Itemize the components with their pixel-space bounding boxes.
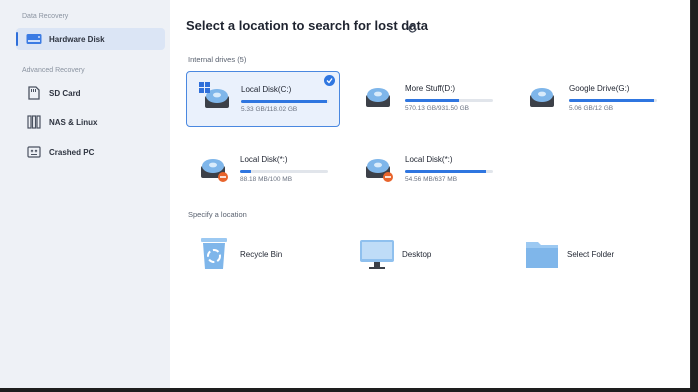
- drive-usage-bar: [405, 170, 493, 173]
- location-name: Select Folder: [567, 250, 615, 259]
- drive-size: 54.56 MB/637 MB: [405, 176, 458, 183]
- app-window: Data Recovery Hardware Disk Advanced Rec…: [0, 0, 691, 388]
- nas-icon: [26, 115, 42, 129]
- drive-name: Local Disk(C:): [241, 85, 292, 94]
- sidebar-item-sd-card[interactable]: SD Card: [16, 82, 165, 104]
- location-name: Desktop: [402, 250, 432, 259]
- location-desktop[interactable]: Desktop: [360, 237, 510, 273]
- sidebar-item-crashed-pc[interactable]: Crashed PC: [16, 141, 165, 163]
- folder-icon: [525, 237, 559, 271]
- sidebar-section-advanced: Advanced Recovery: [22, 67, 85, 74]
- drive-usage-bar: [569, 99, 657, 102]
- drive-usage-fill: [405, 170, 486, 173]
- drive-name: More Stuff(D:): [405, 84, 456, 93]
- sidebar-item-hardware-disk[interactable]: Hardware Disk: [16, 28, 165, 50]
- hard-drive-warning-icon: [198, 150, 228, 182]
- refresh-icon[interactable]: [407, 21, 418, 33]
- hard-drive-warning-icon: [363, 150, 393, 182]
- sidebar-item-nas-linux[interactable]: NAS & Linux: [16, 111, 165, 133]
- crashed-pc-icon: [26, 145, 42, 159]
- sidebar-section-data-recovery: Data Recovery: [22, 13, 69, 20]
- sd-card-icon: [26, 86, 42, 100]
- internal-drives-label: Internal drives (5): [188, 55, 247, 64]
- location-name: Recycle Bin: [240, 250, 283, 259]
- drive-usage-bar: [240, 170, 328, 173]
- location-recycle-bin[interactable]: Recycle Bin: [198, 237, 348, 273]
- sidebar: Data Recovery Hardware Disk Advanced Rec…: [0, 0, 170, 388]
- drive-size: 570.13 GB/931.50 GB: [405, 105, 469, 112]
- hard-drive-icon: [363, 79, 393, 111]
- drive-usage-fill: [569, 99, 655, 102]
- sidebar-item-label: SD Card: [49, 88, 81, 98]
- drive-name: Local Disk(*:): [405, 155, 453, 164]
- recycle-bin-icon: [198, 237, 232, 271]
- sidebar-item-label: Hardware Disk: [49, 34, 105, 44]
- drive-usage-bar: [405, 99, 493, 102]
- drive-name: Local Disk(*:): [240, 155, 288, 164]
- drive-name: Google Drive(G:): [569, 84, 630, 93]
- drive-size: 5.06 GB/12 GB: [569, 105, 614, 112]
- drive-size: 88.18 MB/100 MB: [240, 176, 293, 183]
- drive-size: 5.33 GB/118.02 GB: [241, 106, 298, 113]
- desktop-icon: [360, 237, 394, 271]
- drive-card-c[interactable]: Local Disk(C:) 5.33 GB/118.02 GB: [186, 71, 340, 127]
- specify-location-label: Specify a location: [188, 210, 247, 219]
- drive-usage-bar: [241, 100, 329, 103]
- check-icon: [324, 75, 335, 86]
- drive-card-unlabeled-2[interactable]: Local Disk(*:) 54.56 MB/637 MB: [351, 142, 503, 196]
- drive-card-g[interactable]: Google Drive(G:) 5.06 GB/12 GB: [515, 71, 667, 125]
- drive-usage-fill: [240, 170, 251, 173]
- drive-card-unlabeled-1[interactable]: Local Disk(*:) 88.18 MB/100 MB: [186, 142, 338, 196]
- page-title: Select a location to search for lost dat…: [186, 18, 429, 33]
- sidebar-item-label: NAS & Linux: [49, 117, 98, 127]
- hard-disk-icon: [26, 32, 42, 46]
- hard-drive-icon: [527, 79, 557, 111]
- drive-card-d[interactable]: More Stuff(D:) 570.13 GB/931.50 GB: [351, 71, 503, 125]
- drive-usage-fill: [405, 99, 459, 102]
- sidebar-item-label: Crashed PC: [49, 147, 95, 157]
- windows-drive-icon: [199, 80, 229, 112]
- location-select-folder[interactable]: Select Folder: [525, 237, 675, 273]
- drive-usage-fill: [241, 100, 328, 103]
